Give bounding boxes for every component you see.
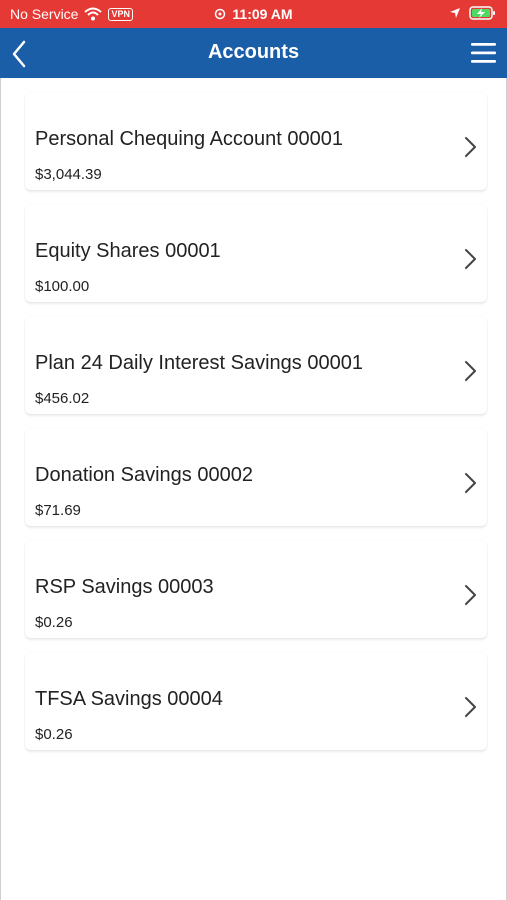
chevron-right-icon <box>465 473 476 493</box>
account-name: TFSA Savings 00004 <box>35 688 223 710</box>
account-balance: $3,044.39 <box>35 166 102 183</box>
app-screen: No Service VPN 11:09 AM Accounts Persona… <box>0 0 507 900</box>
chevron-right-icon <box>465 697 476 717</box>
account-name: Equity Shares 00001 <box>35 240 221 262</box>
account-balance: $71.69 <box>35 502 81 519</box>
chevron-right-icon <box>465 361 476 381</box>
menu-button[interactable] <box>469 40 499 66</box>
battery-charging-icon <box>469 6 495 20</box>
accounts-content: Personal Chequing Account 00001 $3,044.3… <box>0 78 507 900</box>
account-balance: $456.02 <box>35 390 90 407</box>
account-balance: $0.26 <box>35 726 73 743</box>
chevron-right-icon <box>465 137 476 157</box>
page-title: Accounts <box>207 41 300 63</box>
account-name: RSP Savings 00003 <box>35 576 214 598</box>
time-label: 11:09 AM <box>232 6 293 22</box>
account-item[interactable]: TFSA Savings 00004 $0.26 <box>25 652 487 750</box>
hamburger-menu-icon <box>471 43 496 63</box>
account-item[interactable]: Plan 24 Daily Interest Savings 00001 $45… <box>25 316 487 414</box>
chevron-right-icon <box>465 585 476 605</box>
status-right <box>449 5 497 21</box>
account-name: Plan 24 Daily Interest Savings 00001 <box>35 352 363 374</box>
status-bar: No Service VPN 11:09 AM <box>0 0 507 28</box>
account-balance: $100.00 <box>35 278 90 295</box>
account-balance: $0.26 <box>35 614 73 631</box>
status-center: 11:09 AM <box>0 6 507 22</box>
app-header: Accounts <box>0 28 507 78</box>
account-name: Personal Chequing Account 00001 <box>35 128 344 150</box>
alarm-icon <box>215 8 226 20</box>
account-item[interactable]: Personal Chequing Account 00001 $3,044.3… <box>25 92 487 190</box>
location-arrow-icon <box>450 8 460 18</box>
account-item[interactable]: Equity Shares 00001 $100.00 <box>25 204 487 302</box>
account-name: Donation Savings 00002 <box>35 464 253 486</box>
accounts-list: Personal Chequing Account 00001 $3,044.3… <box>25 92 487 764</box>
account-item[interactable]: Donation Savings 00002 $71.69 <box>25 428 487 526</box>
account-item[interactable]: RSP Savings 00003 $0.26 <box>25 540 487 638</box>
chevron-right-icon <box>465 249 476 269</box>
